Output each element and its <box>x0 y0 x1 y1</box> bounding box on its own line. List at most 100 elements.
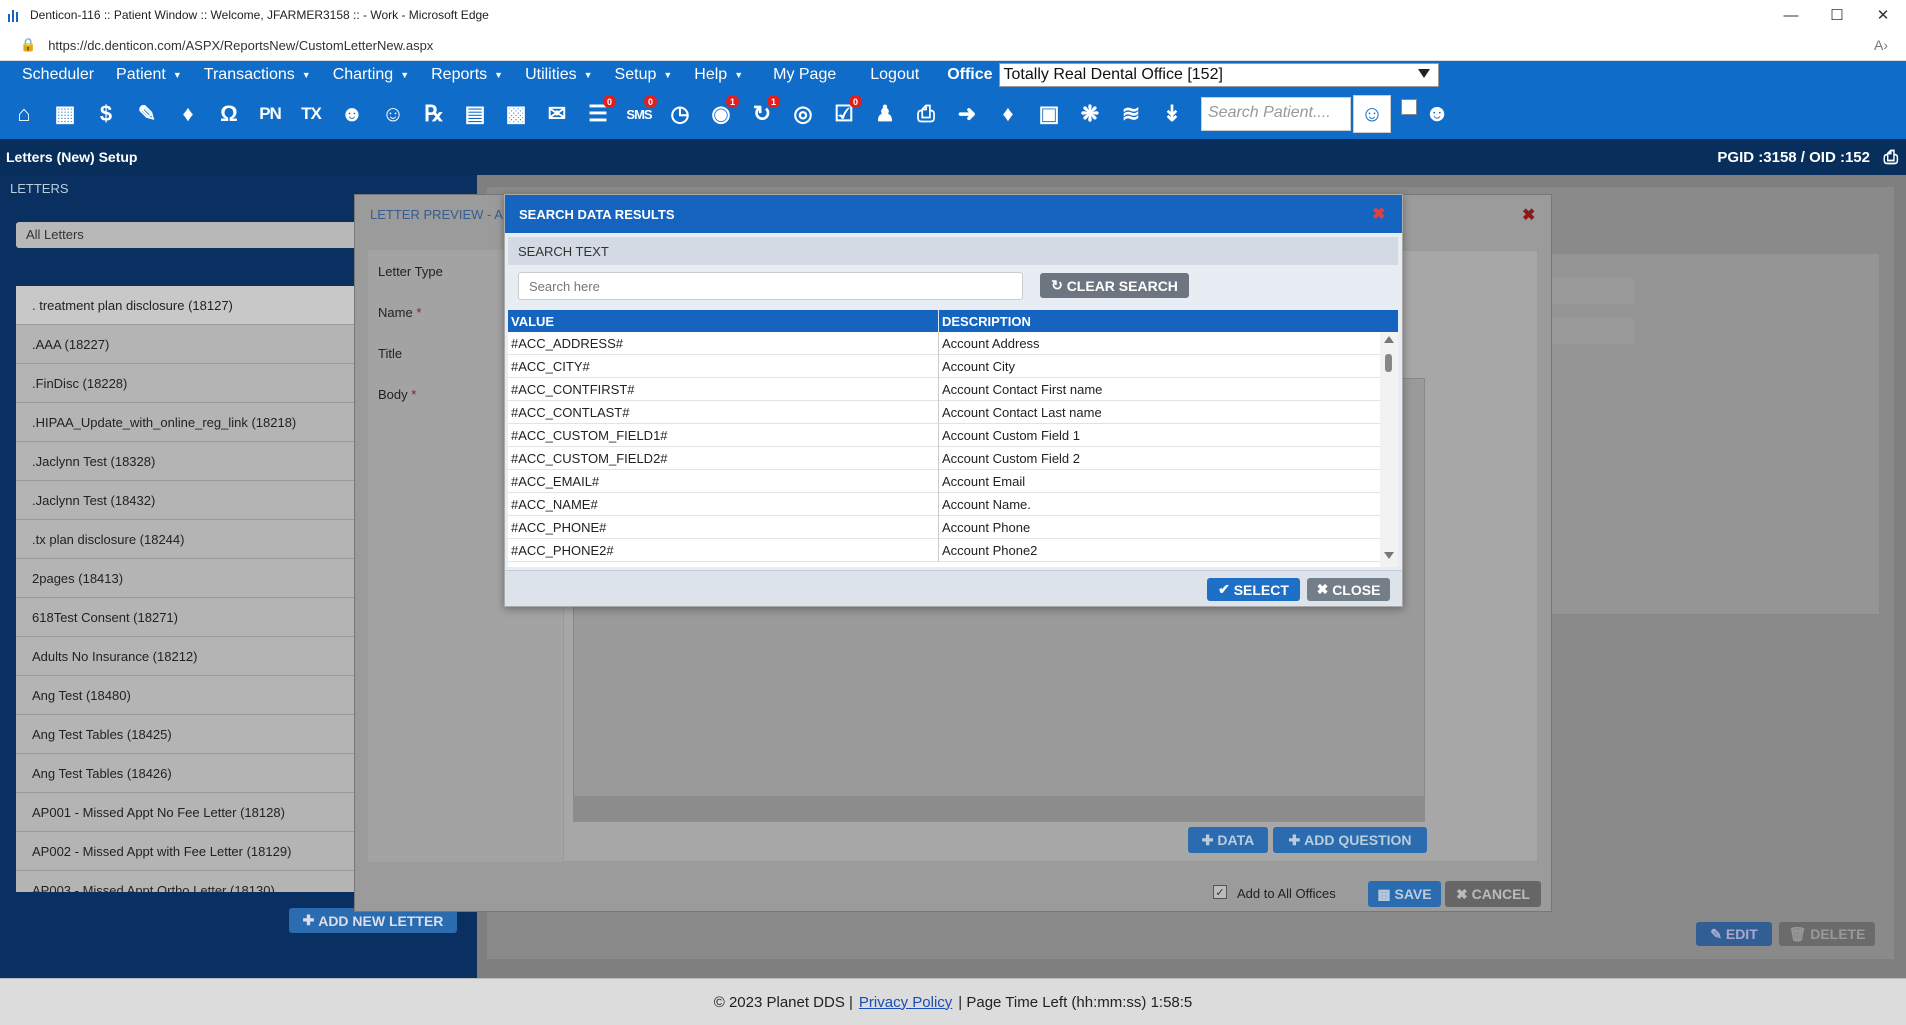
menu-charting[interactable]: Charting ▼ <box>311 66 409 84</box>
messages-icon[interactable]: ☰ 0 <box>580 95 616 133</box>
clock-icon[interactable]: ◷ <box>662 95 698 133</box>
table-row[interactable]: #ACC_CUSTOM_FIELD1# Account Custom Field … <box>508 424 1380 447</box>
add-question-button[interactable]: ✚ ADD QUESTION <box>1273 827 1427 853</box>
sms-icon[interactable]: SMS 0 <box>621 95 657 133</box>
edit-button[interactable]: ✎ EDIT <box>1696 922 1772 946</box>
document-icon[interactable]: ▤ <box>457 95 493 133</box>
menu-transactions[interactable]: Transactions ▼ <box>182 66 311 84</box>
menu-scheduler[interactable]: Scheduler <box>0 66 94 84</box>
table-row[interactable]: #ACC_NAME# Account Name. <box>508 493 1380 516</box>
list-item[interactable]: .AAA (18227) <box>16 325 361 364</box>
tooth-icon[interactable]: ♦ <box>170 95 206 133</box>
search-data-close-icon[interactable]: ✖ <box>1372 204 1385 224</box>
collapse-icon[interactable]: ↡ <box>1154 95 1190 133</box>
add-all-offices-checkbox[interactable]: ✓ <box>1213 885 1227 899</box>
editor-resize-bar[interactable] <box>573 796 1425 822</box>
list-item[interactable]: AP002 - Missed Appt with Fee Letter (181… <box>16 832 361 871</box>
close-window-button[interactable]: ✕ <box>1860 0 1906 30</box>
list-item[interactable]: .HIPAA_Update_with_online_reg_link (1821… <box>16 403 361 442</box>
progress-notes-icon[interactable]: PN <box>252 95 288 133</box>
perio-icon[interactable]: Ω <box>211 95 247 133</box>
group-search-icon[interactable]: ☻ <box>1417 95 1457 133</box>
table-row[interactable]: #ACC_PHONE2# Account Phone2 <box>508 539 1380 562</box>
add-family-icon[interactable]: ☺ <box>375 95 411 133</box>
results-scrollbar[interactable] <box>1380 332 1398 567</box>
table-row[interactable]: #ACC_CITY# Account City <box>508 355 1380 378</box>
daysheet-icon[interactable]: ▣ <box>1031 95 1067 133</box>
list-item[interactable]: Ang Test Tables (18426) <box>16 754 361 793</box>
list-item[interactable]: .Jaclynn Test (18328) <box>16 442 361 481</box>
menu-help[interactable]: Help ▼ <box>672 66 743 84</box>
scroll-up-icon[interactable] <box>1384 336 1394 343</box>
list-item[interactable]: 618Test Consent (18271) <box>16 598 361 637</box>
menu-setup[interactable]: Setup ▼ <box>593 66 673 84</box>
list-item[interactable]: 2pages (18413) <box>16 559 361 598</box>
menu-my-page[interactable]: My Page <box>743 66 836 84</box>
menu-patient[interactable]: Patient ▼ <box>94 66 182 84</box>
print-doc-icon[interactable]: ▩ <box>498 95 534 133</box>
globe-icon[interactable]: ◎ <box>785 95 821 133</box>
web-icon[interactable]: ◉ 1 <box>703 95 739 133</box>
home-icon[interactable]: ⌂ <box>6 95 42 133</box>
menu-reports[interactable]: Reports ▼ <box>409 66 503 84</box>
prescription-icon[interactable]: ℞ <box>416 95 452 133</box>
print-icon[interactable]: ⎙ <box>1884 147 1898 168</box>
data-button[interactable]: ✚ DATA <box>1188 827 1268 853</box>
add-patient-icon[interactable]: ☻ <box>334 95 370 133</box>
scroll-thumb[interactable] <box>1385 354 1392 372</box>
select-button[interactable]: ✔ SELECT <box>1207 578 1300 601</box>
column-header-value[interactable]: VALUE <box>511 314 554 329</box>
list-item[interactable]: Ang Test Tables (18425) <box>16 715 361 754</box>
insurance-icon[interactable]: ♦ <box>990 95 1026 133</box>
column-header-description[interactable]: DESCRIPTION <box>942 314 1031 329</box>
read-aloud-icon[interactable]: A› <box>1874 37 1888 53</box>
minimize-button[interactable]: — <box>1768 0 1814 30</box>
scroll-down-icon[interactable] <box>1384 552 1394 559</box>
tasks-icon[interactable]: ☑ 0 <box>826 95 862 133</box>
toolbar-checkbox[interactable] <box>1401 99 1417 115</box>
calendar-icon[interactable]: ▦ <box>47 95 83 133</box>
printer-icon[interactable]: ⎙ <box>908 95 944 133</box>
caret-down-icon: ▼ <box>400 70 410 80</box>
people-icon[interactable]: ♟ <box>867 95 903 133</box>
close-button[interactable]: ✖ CLOSE <box>1307 578 1390 601</box>
letters-filter-select[interactable]: All Letters <box>16 222 376 248</box>
table-row[interactable]: #ACC_CUSTOM_FIELD2# Account Custom Field … <box>508 447 1380 470</box>
delete-button[interactable]: 🗑 DELETE <box>1779 922 1875 946</box>
menu-logout[interactable]: Logout <box>836 66 919 84</box>
search-patient-icon[interactable]: ☺ <box>1353 95 1391 133</box>
recall-icon[interactable]: ↻ 1 <box>744 95 780 133</box>
list-item[interactable]: AP001 - Missed Appt No Fee Letter (18128… <box>16 793 361 832</box>
list-item[interactable]: .Jaclynn Test (18432) <box>16 481 361 520</box>
search-patient-input[interactable]: Search Patient.... <box>1201 97 1351 131</box>
table-row[interactable]: #ACC_EMAIL# Account Email <box>508 470 1380 493</box>
address-bar[interactable]: 🔒 https://dc.denticon.com/ASPX/ReportsNe… <box>0 30 1906 61</box>
list-item[interactable]: Ang Test (18480) <box>16 676 361 715</box>
dollar-icon[interactable]: $ <box>88 95 124 133</box>
maximize-button[interactable]: ☐ <box>1814 0 1860 30</box>
forward-icon[interactable]: ➜ <box>949 95 985 133</box>
table-row[interactable]: #ACC_CONTLAST# Account Contact Last name <box>508 401 1380 424</box>
table-row[interactable]: #ACC_CONTFIRST# Account Contact First nam… <box>508 378 1380 401</box>
menu-utilities[interactable]: Utilities ▼ <box>503 66 592 84</box>
list-item[interactable]: Adults No Insurance (18212) <box>16 637 361 676</box>
url-text[interactable]: https://dc.denticon.com/ASPX/ReportsNew/… <box>48 38 433 53</box>
letter-preview-close-icon[interactable]: ✖ <box>1522 205 1535 225</box>
list-item[interactable]: AP003 - Missed Appt Ortho Letter (18130) <box>16 871 361 892</box>
network-icon[interactable]: ❋ <box>1072 95 1108 133</box>
treatment-icon[interactable]: TX <box>293 95 329 133</box>
privacy-policy-link[interactable]: Privacy Policy <box>859 994 952 1011</box>
notes-icon[interactable]: ✎ <box>129 95 165 133</box>
office-select[interactable]: Totally Real Dental Office [152] <box>998 63 1439 87</box>
search-input[interactable]: Search here <box>518 272 1023 300</box>
table-row[interactable]: #ACC_PHONE# Account Phone <box>508 516 1380 539</box>
cancel-button[interactable]: ✖ CANCEL <box>1445 881 1541 907</box>
list-item[interactable]: .FinDisc (18228) <box>16 364 361 403</box>
table-row[interactable]: #ACC_ADDRESS# Account Address <box>508 332 1380 355</box>
list-item[interactable]: .tx plan disclosure (18244) <box>16 520 361 559</box>
clear-search-button[interactable]: ↻ CLEAR SEARCH <box>1040 273 1189 298</box>
list-item[interactable]: . treatment plan disclosure (18127) <box>16 286 361 325</box>
mail-icon[interactable]: ✉ <box>539 95 575 133</box>
chart-icon[interactable]: ≋ <box>1113 95 1149 133</box>
save-button[interactable]: ▩ SAVE <box>1368 881 1441 907</box>
